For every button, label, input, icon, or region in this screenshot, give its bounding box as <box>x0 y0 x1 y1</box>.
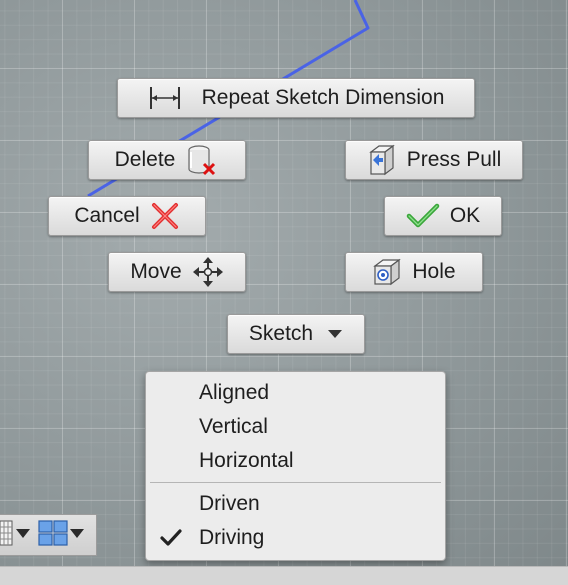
viewports-icon <box>38 519 68 552</box>
sketch-dropdown-menu: Aligned Vertical Horizontal Driven Drivi… <box>145 371 446 561</box>
dimension-icon <box>148 85 182 111</box>
sketch-menu-button[interactable]: Sketch <box>227 314 365 354</box>
red-x-icon <box>150 201 180 231</box>
viewports-button[interactable] <box>38 519 86 552</box>
move-label: Move <box>130 260 182 283</box>
menu-item-aligned[interactable]: Aligned <box>146 376 445 410</box>
chevron-down-icon <box>68 526 86 545</box>
dropdown-arrow-icon <box>327 328 343 340</box>
menu-item-label: Driven <box>199 492 260 515</box>
press-pull-icon <box>367 144 397 176</box>
sketch-label: Sketch <box>248 322 314 345</box>
grid-display-icon <box>0 519 14 552</box>
green-check-icon <box>406 203 440 229</box>
grid-display-button[interactable] <box>0 519 32 552</box>
menu-item-driving[interactable]: Driving <box>146 521 445 555</box>
press-pull-button[interactable]: Press Pull <box>345 140 523 180</box>
chevron-down-icon <box>14 526 32 545</box>
hole-icon <box>372 257 402 287</box>
menu-item-horizontal[interactable]: Horizontal <box>146 444 445 478</box>
checkmark-icon <box>160 521 182 555</box>
menu-item-label: Aligned <box>199 381 270 404</box>
menu-item-driven[interactable]: Driven <box>146 487 445 521</box>
delete-label: Delete <box>114 148 176 171</box>
cancel-button[interactable]: Cancel <box>48 196 206 236</box>
bottom-status-bar <box>0 566 568 585</box>
menu-item-label: Horizontal <box>199 449 294 472</box>
repeat-sketch-dimension-label: Repeat Sketch Dimension <box>201 86 445 109</box>
ok-label: OK <box>449 204 481 227</box>
cancel-label: Cancel <box>74 204 140 227</box>
repeat-sketch-dimension-button[interactable]: Repeat Sketch Dimension <box>117 78 475 118</box>
hole-button[interactable]: Hole <box>345 252 483 292</box>
menu-separator <box>150 482 441 483</box>
view-toolbar <box>0 514 97 556</box>
menu-item-label: Driving <box>199 526 265 549</box>
menu-item-vertical[interactable]: Vertical <box>146 410 445 444</box>
ok-button[interactable]: OK <box>384 196 502 236</box>
move-icon <box>192 256 224 288</box>
move-button[interactable]: Move <box>108 252 246 292</box>
delete-icon <box>185 144 219 176</box>
delete-button[interactable]: Delete <box>88 140 246 180</box>
menu-item-label: Vertical <box>199 415 268 438</box>
hole-label: Hole <box>412 260 456 283</box>
press-pull-label: Press Pull <box>406 148 502 171</box>
